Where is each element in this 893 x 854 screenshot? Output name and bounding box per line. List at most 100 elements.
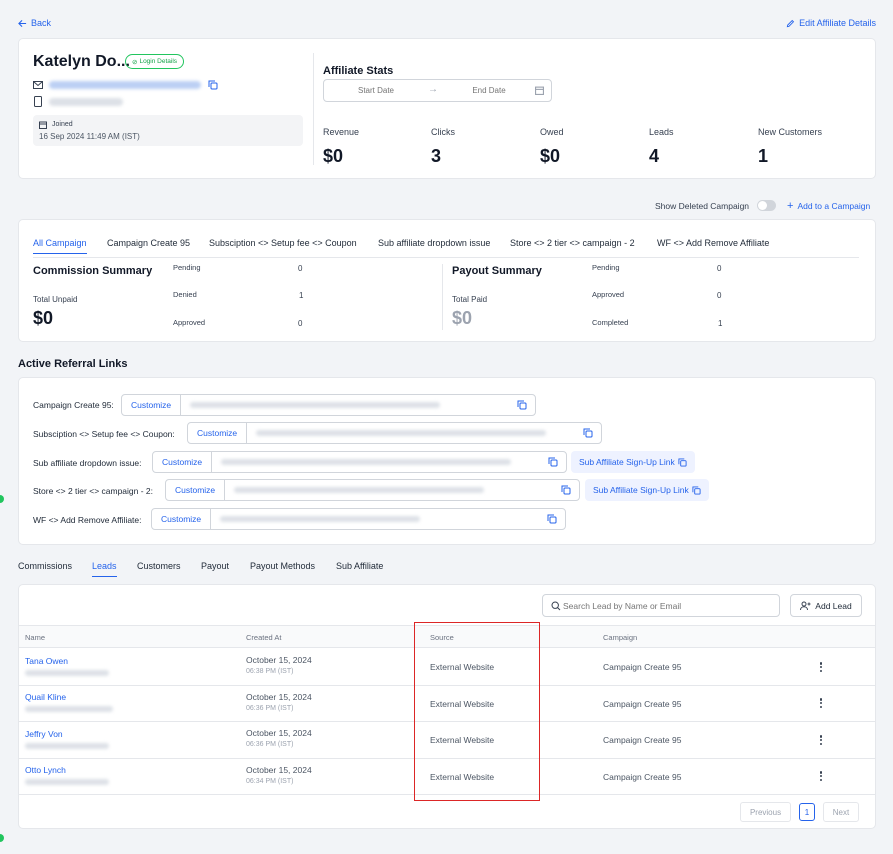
- lead-email-redacted: [25, 706, 113, 712]
- total-unpaid-value: $0: [33, 308, 54, 328]
- lead-created-date: October 15, 2024: [246, 728, 312, 738]
- lead-email-redacted: [25, 743, 109, 749]
- start-date-input[interactable]: [328, 84, 424, 97]
- next-page-button[interactable]: Next: [823, 802, 859, 822]
- lead-campaign: Campaign Create 95: [603, 735, 682, 745]
- lead-search-box[interactable]: [542, 594, 780, 617]
- referral-url-redacted: [190, 402, 440, 408]
- sub-affiliate-signup-link-button[interactable]: Sub Affiliate Sign-Up Link: [571, 451, 695, 473]
- commission-pending-value: 0: [298, 264, 303, 273]
- tab-sub-affiliate[interactable]: Sub Affiliate: [336, 561, 383, 571]
- referral-url-redacted: [256, 430, 546, 436]
- copy-icon: [678, 457, 687, 467]
- tabs-divider: [33, 257, 859, 258]
- row-actions-menu[interactable]: [816, 660, 826, 674]
- end-date-input[interactable]: [444, 84, 534, 97]
- copy-email-icon[interactable]: [208, 80, 218, 90]
- copy-icon[interactable]: [547, 514, 557, 524]
- tab-subscription-setup[interactable]: Subsciption <> Setup fee <> Coupon: [209, 238, 357, 248]
- payout-completed-label: Completed: [592, 318, 629, 327]
- mail-icon: [33, 81, 43, 89]
- affiliate-name: Katelyn Do...: [33, 53, 130, 70]
- commission-denied-label: Denied: [173, 290, 197, 299]
- login-details-badge[interactable]: ⊘ Login Details: [125, 54, 185, 69]
- lead-campaign: Campaign Create 95: [603, 699, 682, 709]
- lead-name-link[interactable]: Quail Kline: [25, 692, 66, 702]
- date-range-picker[interactable]: →: [323, 79, 552, 102]
- lead-created-time: 06:36 PM (IST): [246, 705, 294, 712]
- referral-link-field: Customize: [151, 508, 566, 530]
- plus-icon: +: [787, 200, 794, 212]
- tab-commissions[interactable]: Commissions: [18, 561, 72, 571]
- add-to-campaign-button[interactable]: + Add to a Campaign: [787, 200, 870, 212]
- lead-name-link[interactable]: Jeffry Von: [25, 729, 63, 739]
- customize-button[interactable]: Customize: [188, 423, 248, 443]
- referral-url-redacted: [221, 459, 511, 465]
- payout-completed-value: 1: [718, 319, 723, 328]
- lead-campaign: Campaign Create 95: [603, 772, 682, 782]
- show-deleted-toggle[interactable]: [757, 200, 776, 211]
- row-actions-menu[interactable]: [816, 733, 826, 747]
- referral-row-label: Subsciption <> Setup fee <> Coupon:: [33, 429, 175, 439]
- copy-icon[interactable]: [548, 457, 558, 467]
- add-user-icon: [800, 601, 811, 610]
- login-details-label: Login Details: [139, 58, 178, 65]
- sub-affiliate-signup-link-button[interactable]: Sub Affiliate Sign-Up Link: [585, 479, 709, 501]
- tab-sub-affiliate-dropdown[interactable]: Sub affiliate dropdown issue: [378, 238, 490, 248]
- referral-row-label: Store <> 2 tier <> campaign - 2:: [33, 486, 154, 496]
- tab-wf-add-remove[interactable]: WF <> Add Remove Affiliate: [657, 238, 769, 248]
- lead-email-redacted: [25, 779, 109, 785]
- edit-affiliate-label: Edit Affiliate Details: [799, 18, 876, 28]
- summary-divider: [442, 264, 443, 330]
- tab-leads[interactable]: Leads: [92, 561, 117, 577]
- joined-value: 16 Sep 2024 11:49 AM (IST): [39, 132, 140, 141]
- edit-affiliate-button[interactable]: Edit Affiliate Details: [786, 18, 876, 28]
- referral-link-field: Customize: [187, 422, 602, 444]
- referral-link-field: Customize: [152, 451, 567, 473]
- stat-clicks-label: Clicks: [431, 127, 455, 137]
- customize-button[interactable]: Customize: [122, 395, 182, 415]
- row-actions-menu[interactable]: [816, 696, 826, 710]
- phone-icon: [34, 96, 42, 107]
- key-icon: ⊘: [132, 58, 138, 66]
- total-paid-label: Total Paid: [452, 295, 488, 304]
- tab-all-campaign[interactable]: All Campaign: [33, 238, 87, 254]
- stat-revenue-label: Revenue: [323, 127, 360, 137]
- add-lead-button[interactable]: Add Lead: [790, 594, 862, 617]
- lead-created-time: 06:36 PM (IST): [246, 741, 294, 748]
- customize-button[interactable]: Customize: [152, 509, 212, 529]
- add-lead-label: Add Lead: [815, 600, 852, 611]
- tab-campaign-create-95[interactable]: Campaign Create 95: [107, 238, 190, 248]
- back-button[interactable]: Back: [18, 18, 51, 28]
- edge-indicator-dot: [0, 495, 4, 503]
- referral-link-field: Customize: [121, 394, 536, 416]
- leads-card: Add Lead Name Created At Source Campaign…: [18, 584, 876, 829]
- profile-divider: [313, 53, 314, 165]
- customize-button[interactable]: Customize: [166, 480, 226, 500]
- phone-redacted: [49, 98, 123, 106]
- tab-customers[interactable]: Customers: [137, 561, 181, 571]
- source-column-highlight: [414, 622, 540, 801]
- tab-payout[interactable]: Payout: [201, 561, 229, 571]
- stat-owed-value: $0: [540, 146, 561, 166]
- page-number-button[interactable]: 1: [799, 803, 815, 821]
- payout-pending-label: Pending: [592, 263, 620, 272]
- referral-section-title: Active Referral Links: [18, 358, 128, 370]
- lead-name-link[interactable]: Otto Lynch: [25, 765, 66, 775]
- tab-store-2-tier[interactable]: Store <> 2 tier <> campaign - 2: [510, 238, 635, 248]
- referral-link-field: Customize: [165, 479, 580, 501]
- customize-button[interactable]: Customize: [153, 452, 213, 472]
- copy-icon[interactable]: [561, 485, 571, 495]
- arrow-right-icon: →: [428, 84, 438, 95]
- profile-card: Katelyn Do... ⊘ Login Details Joined 16 …: [18, 38, 876, 179]
- lead-name-link[interactable]: Tana Owen: [25, 656, 68, 666]
- tab-payout-methods[interactable]: Payout Methods: [250, 561, 315, 571]
- payout-summary-title: Payout Summary: [452, 265, 542, 277]
- copy-icon[interactable]: [583, 428, 593, 438]
- column-header-created-at: Created At: [246, 633, 282, 642]
- lead-search-input[interactable]: [563, 599, 763, 613]
- copy-icon[interactable]: [517, 400, 527, 410]
- previous-page-button[interactable]: Previous: [740, 802, 791, 822]
- row-actions-menu[interactable]: [816, 769, 826, 783]
- lead-created-time: 06:38 PM (IST): [246, 668, 294, 675]
